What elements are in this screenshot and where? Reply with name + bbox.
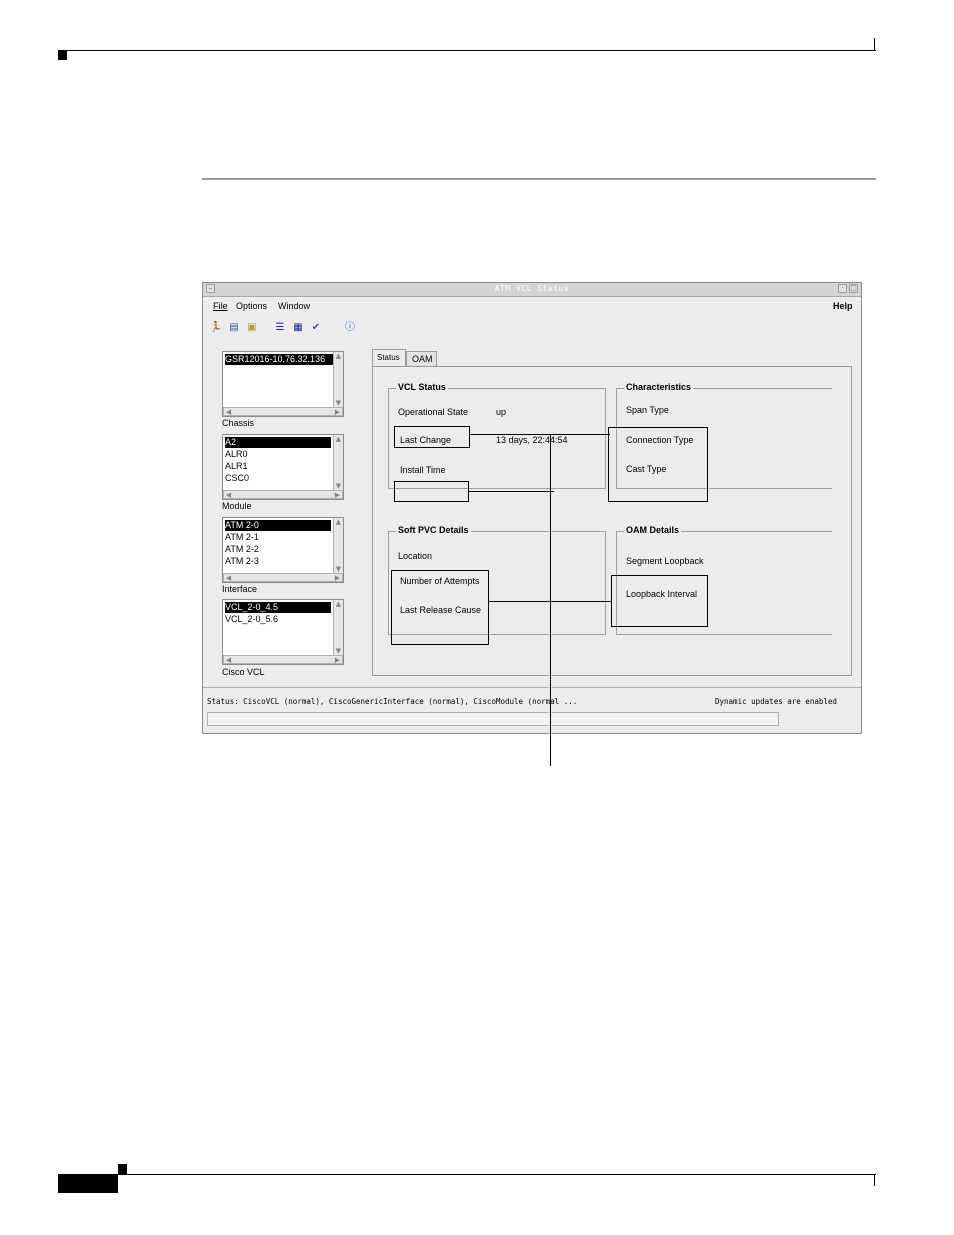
footer-page-tab bbox=[58, 1175, 118, 1193]
tab-status[interactable]: Status bbox=[372, 349, 406, 366]
maximize-button[interactable]: □ bbox=[849, 284, 858, 293]
tab-oam-label: OAM bbox=[412, 354, 433, 364]
leader-line bbox=[469, 491, 554, 492]
soft-pvc-title: Soft PVC Details bbox=[396, 525, 471, 535]
header-marker bbox=[58, 51, 67, 60]
scroll-down-icon[interactable]: ▼ bbox=[334, 647, 343, 655]
menu-file[interactable]: File bbox=[213, 301, 228, 311]
list-item[interactable]: GSR12016-10.76.32.136 bbox=[225, 354, 338, 365]
interface-vscroll[interactable]: ▲ ▼ bbox=[333, 518, 343, 573]
list-item[interactable]: VCL_2-0_4.5 bbox=[225, 602, 331, 613]
cisco-vcl-hscroll[interactable]: ◀ ▶ bbox=[223, 655, 343, 664]
operational-state-label: Operational State bbox=[398, 407, 469, 417]
monitor-icon[interactable]: ▦ bbox=[291, 321, 305, 335]
run-icon[interactable]: 🏃 bbox=[209, 321, 223, 335]
scroll-up-icon[interactable]: ▲ bbox=[334, 600, 343, 608]
scroll-up-icon[interactable]: ▲ bbox=[334, 352, 343, 360]
layers-icon[interactable]: ▤ bbox=[227, 321, 241, 335]
list-item[interactable]: ATM 2-2 bbox=[225, 544, 259, 555]
callout-install-time bbox=[394, 481, 469, 502]
callout-last-change bbox=[394, 426, 470, 448]
scroll-down-icon[interactable]: ▼ bbox=[334, 399, 343, 407]
list-icon[interactable]: ☰ bbox=[273, 321, 287, 335]
chassis-vscroll[interactable]: ▲ ▼ bbox=[333, 352, 343, 407]
menu-help[interactable]: Help bbox=[833, 301, 853, 311]
list-item[interactable]: ATM 2-0 bbox=[225, 520, 331, 531]
window-title: ATM VCL Status bbox=[494, 284, 570, 293]
check-icon[interactable]: ✔ bbox=[309, 321, 323, 335]
list-item[interactable]: ALR0 bbox=[225, 449, 248, 460]
last-change-value: 13 days, 22:44:54 bbox=[496, 435, 568, 445]
scroll-up-icon[interactable]: ▲ bbox=[334, 435, 343, 443]
leader-line bbox=[550, 434, 551, 766]
module-label: Module bbox=[222, 501, 252, 511]
module-list[interactable]: A2 ALR0 ALR1 CSC0 ▲ ▼ ◀ ▶ bbox=[222, 434, 344, 500]
leader-line bbox=[470, 434, 610, 435]
scroll-left-icon[interactable]: ◀ bbox=[224, 408, 233, 416]
module-hscroll[interactable]: ◀ ▶ bbox=[223, 490, 343, 499]
status-progress-field bbox=[207, 712, 779, 726]
status-text: Status: CiscoVCL (normal), CiscoGenericI… bbox=[207, 697, 578, 706]
list-item[interactable]: ATM 2-1 bbox=[225, 532, 259, 543]
atm-vcl-status-window: – ATM VCL Status · □ File Options Window… bbox=[202, 282, 862, 734]
cisco-vcl-label: Cisco VCL bbox=[222, 667, 265, 677]
scroll-left-icon[interactable]: ◀ bbox=[224, 574, 233, 582]
vcl-status-title: VCL Status bbox=[396, 382, 448, 392]
scroll-right-icon[interactable]: ▶ bbox=[333, 491, 342, 499]
folder-icon[interactable]: ▣ bbox=[245, 321, 259, 335]
characteristics-title: Characteristics bbox=[624, 382, 694, 392]
scroll-right-icon[interactable]: ▶ bbox=[333, 574, 342, 582]
info-icon[interactable]: ⓘ bbox=[343, 321, 357, 335]
list-item[interactable]: VCL_2-0_5.6 bbox=[225, 614, 278, 625]
list-item[interactable]: A2 bbox=[225, 437, 331, 448]
footer-rule-tick bbox=[874, 1174, 875, 1186]
header-rule bbox=[58, 50, 876, 51]
list-item[interactable]: ATM 2-3 bbox=[225, 556, 259, 567]
interface-list[interactable]: ATM 2-0 ATM 2-1 ATM 2-2 ATM 2-3 ▲ ▼ ◀ ▶ bbox=[222, 517, 344, 583]
interface-label: Interface bbox=[222, 584, 258, 594]
header-rule-tick bbox=[874, 38, 875, 51]
menu-options[interactable]: Options bbox=[236, 301, 267, 311]
cisco-vcl-vscroll[interactable]: ▲ ▼ bbox=[333, 600, 343, 655]
title-bar[interactable]: – ATM VCL Status · □ bbox=[203, 283, 861, 297]
scroll-left-icon[interactable]: ◀ bbox=[224, 491, 233, 499]
operational-state-value: up bbox=[496, 407, 507, 417]
cisco-vcl-list[interactable]: VCL_2-0_4.5 VCL_2-0_5.6 ▲ ▼ ◀ ▶ bbox=[222, 599, 344, 665]
list-item[interactable]: CSC0 bbox=[225, 473, 249, 484]
list-item[interactable]: ALR1 bbox=[225, 461, 248, 472]
menu-window[interactable]: Window bbox=[278, 301, 310, 311]
segment-loopback-label: Segment Loopback bbox=[626, 556, 704, 566]
scroll-down-icon[interactable]: ▼ bbox=[334, 565, 343, 573]
interface-hscroll[interactable]: ◀ ▶ bbox=[223, 573, 343, 582]
footer-marker-small bbox=[118, 1164, 127, 1174]
chassis-label: Chassis bbox=[222, 418, 255, 428]
callout-loopback bbox=[611, 575, 708, 627]
span-type-label: Span Type bbox=[626, 405, 669, 415]
scroll-right-icon[interactable]: ▶ bbox=[333, 656, 342, 664]
module-vscroll[interactable]: ▲ ▼ bbox=[333, 435, 343, 490]
scroll-right-icon[interactable]: ▶ bbox=[333, 408, 342, 416]
chassis-list[interactable]: GSR12016-10.76.32.136 ▲ ▼ ◀ ▶ bbox=[222, 351, 344, 417]
location-label: Location bbox=[398, 551, 433, 561]
oam-details-title: OAM Details bbox=[624, 525, 682, 535]
tab-oam[interactable]: OAM bbox=[406, 351, 437, 366]
chassis-hscroll[interactable]: ◀ ▶ bbox=[223, 407, 343, 416]
section-rule bbox=[202, 178, 876, 180]
minimize-button[interactable]: · bbox=[838, 284, 847, 293]
tab-status-label: Status bbox=[377, 353, 400, 362]
dynamic-updates-text: Dynamic updates are enabled bbox=[715, 697, 837, 706]
install-time-label: Install Time bbox=[400, 465, 446, 475]
statusbar-divider bbox=[203, 687, 861, 688]
callout-soft-pvc bbox=[391, 570, 489, 645]
callout-characteristics bbox=[608, 427, 708, 502]
footer-rule bbox=[58, 1174, 876, 1175]
scroll-left-icon[interactable]: ◀ bbox=[224, 656, 233, 664]
scroll-up-icon[interactable]: ▲ bbox=[334, 518, 343, 526]
scroll-down-icon[interactable]: ▼ bbox=[334, 482, 343, 490]
